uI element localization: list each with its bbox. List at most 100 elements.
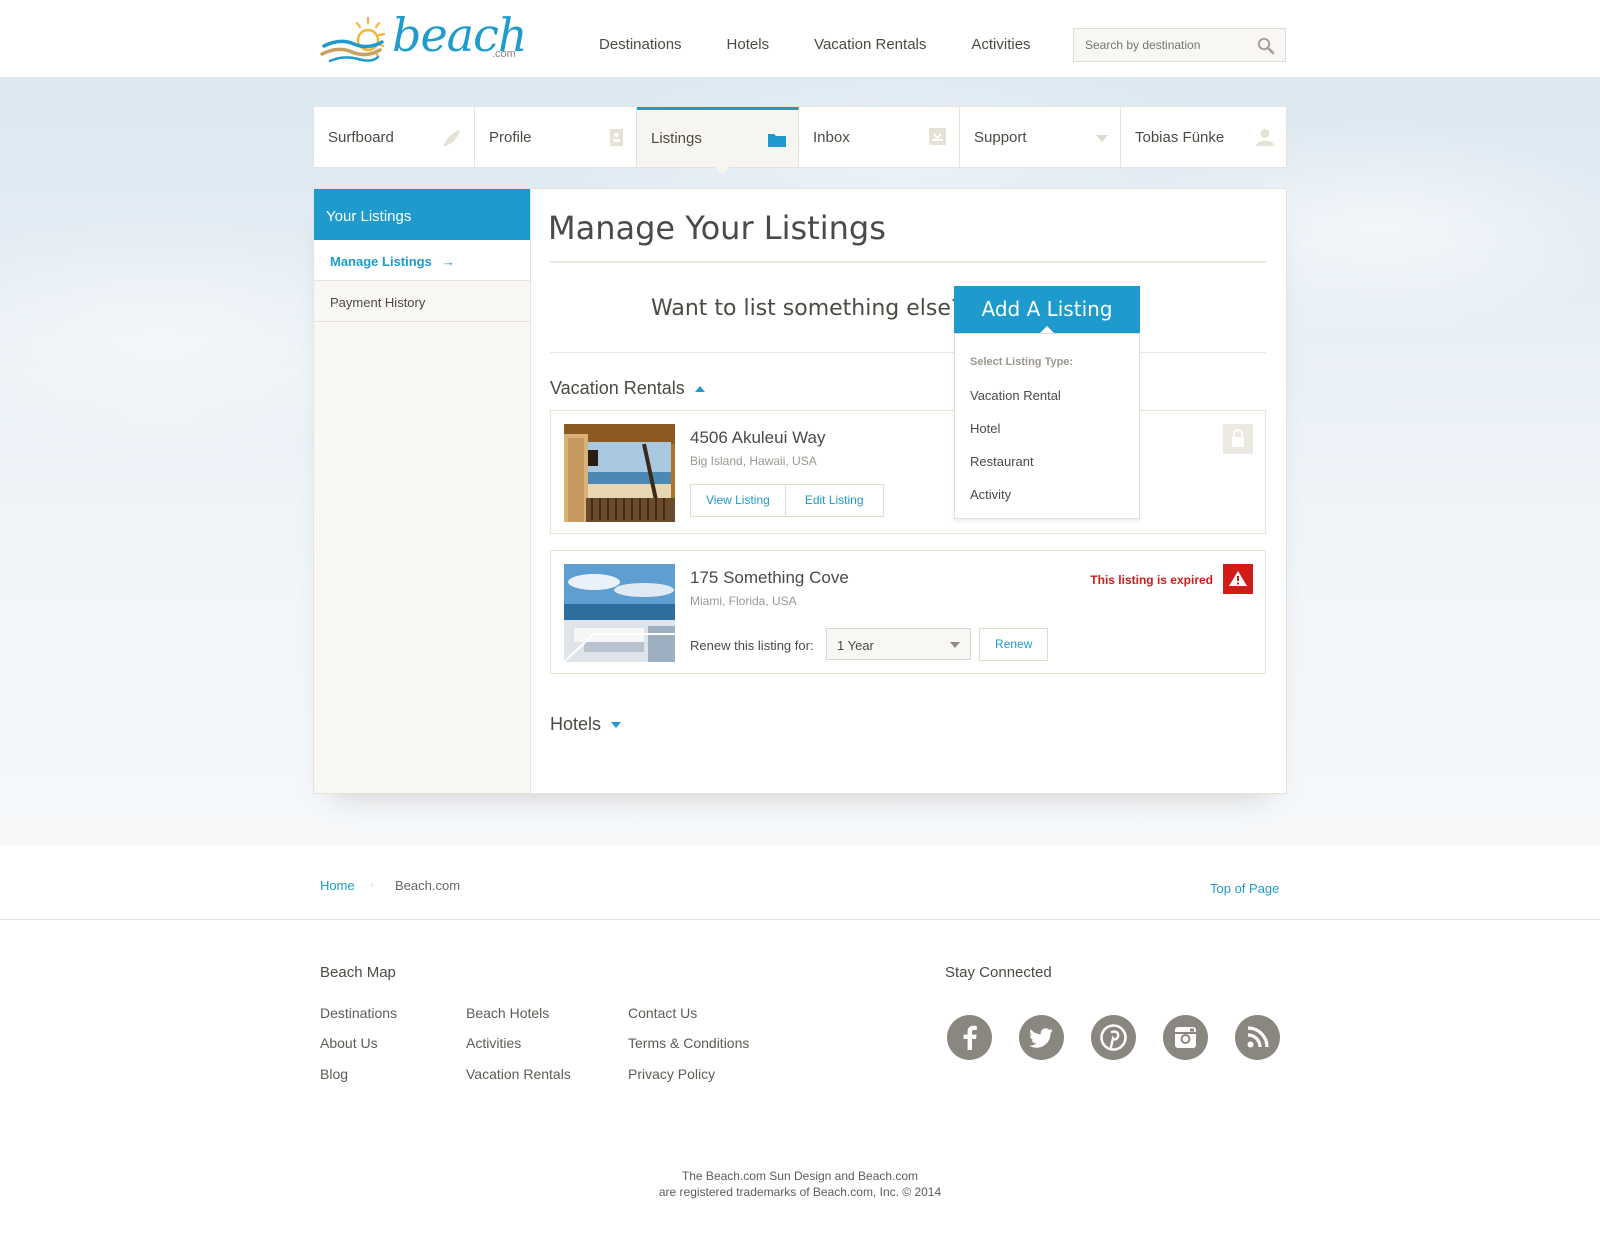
warning-icon — [1229, 571, 1247, 586]
listing-actions: View Listing Edit Listing — [690, 484, 884, 517]
nav-destinations[interactable]: Destinations — [599, 36, 682, 53]
footer-link-vacation-rentals[interactable]: Vacation Rentals — [466, 1066, 571, 1082]
user-icon — [1256, 129, 1274, 146]
option-activity[interactable]: Activity — [970, 487, 1011, 502]
rss-icon[interactable] — [1235, 1015, 1280, 1060]
lock-icon — [1232, 429, 1244, 447]
renew-label: Renew this listing for: — [690, 638, 814, 653]
site-header: beach .com Destinations Hotels Vacation … — [0, 0, 1600, 78]
copyright-line: The Beach.com Sun Design and Beach.com — [681, 1169, 919, 1183]
search-icon[interactable] — [1257, 37, 1275, 55]
section-title: Hotels — [550, 714, 602, 734]
tab-user[interactable]: Tobias Fünke — [1121, 107, 1286, 167]
breadcrumb-separator: › — [371, 880, 374, 889]
listing-location: Big Island, Hawaii, USA — [690, 454, 817, 468]
tab-label: Support — [974, 128, 1027, 146]
page-title: Manage Your Listings — [548, 209, 886, 247]
tab-surfboard[interactable]: Surfboard — [314, 107, 475, 167]
footer-link-blog[interactable]: Blog — [320, 1066, 348, 1082]
footer-breadcrumb-bar: Home › Beach.com Top of Page — [0, 846, 1600, 920]
footer-link-destinations[interactable]: Destinations — [320, 1005, 397, 1021]
expired-status-text: This listing is expired — [1090, 573, 1213, 587]
footer-link-contact-us[interactable]: Contact Us — [628, 1005, 697, 1021]
chevron-down-icon — [950, 642, 960, 648]
tab-inbox[interactable]: Inbox — [799, 107, 960, 167]
stay-connected-title: Stay Connected — [945, 964, 1052, 981]
nav-vacation-rentals[interactable]: Vacation Rentals — [814, 36, 926, 53]
divider — [550, 352, 1266, 353]
tab-profile[interactable]: Profile — [475, 107, 637, 167]
listing-title: 4506 Akuleui Way — [690, 428, 826, 447]
caret-down-icon — [611, 722, 622, 729]
beach-logo[interactable]: beach .com — [320, 8, 527, 68]
section-vacation-rentals-toggle[interactable]: Vacation Rentals — [550, 378, 705, 399]
footer-link-activities[interactable]: Activities — [466, 1035, 521, 1051]
footer-link-about-us[interactable]: About Us — [320, 1035, 378, 1051]
surfboard-icon — [443, 130, 460, 147]
logo-suffix: .com — [492, 48, 516, 60]
tab-support[interactable]: Support — [960, 107, 1121, 167]
search-input[interactable] — [1074, 29, 1244, 61]
tab-label: Tobias Fünke — [1135, 128, 1225, 146]
view-listing-button[interactable]: View Listing — [690, 484, 786, 517]
copyright-line: are registered trademarks of Beach.com, … — [658, 1185, 942, 1199]
sidebar-item-label: Manage Listings — [330, 254, 432, 269]
listing-card: 4506 Akuleui Way Big Island, Hawaii, USA… — [550, 410, 1266, 534]
listing-photo[interactable] — [564, 564, 675, 662]
tab-label: Listings — [651, 130, 702, 147]
instagram-icon[interactable] — [1163, 1015, 1208, 1060]
tab-listings[interactable]: Listings — [637, 107, 799, 174]
add-listing-button[interactable]: Add A Listing — [954, 286, 1140, 333]
tab-label: Profile — [489, 128, 532, 146]
facebook-icon[interactable] — [947, 1015, 992, 1060]
footer-link-beach-hotels[interactable]: Beach Hotels — [466, 1005, 549, 1021]
listing-photo-image — [564, 564, 675, 662]
listing-location: Miami, Florida, USA — [690, 594, 797, 608]
sidebar-item-manage-listings[interactable]: Manage Listings → — [314, 240, 530, 281]
tab-label: Surfboard — [328, 128, 394, 146]
inbox-icon — [929, 128, 946, 145]
listings-sidebar: Your Listings Manage Listings → Payment H… — [314, 189, 531, 793]
chevron-down-icon — [1096, 135, 1108, 142]
nav-activities[interactable]: Activities — [971, 36, 1030, 53]
main-nav: Destinations Hotels Vacation Rentals Act… — [599, 36, 1076, 53]
section-hotels-toggle[interactable]: Hotels — [550, 714, 622, 735]
listing-photo-image — [564, 424, 675, 522]
option-hotel[interactable]: Hotel — [970, 421, 1000, 436]
breadcrumb-current: Beach.com — [395, 878, 461, 893]
pinterest-icon[interactable] — [1091, 1015, 1136, 1060]
listing-lock-badge[interactable] — [1223, 424, 1253, 454]
listing-title: 175 Something Cove — [690, 568, 849, 587]
expired-warning-badge — [1223, 564, 1253, 594]
edit-listing-button[interactable]: Edit Listing — [785, 484, 884, 517]
nav-hotels[interactable]: Hotels — [727, 36, 770, 53]
top-of-page-link[interactable]: Top of Page — [1210, 881, 1279, 896]
breadcrumb-home[interactable]: Home — [320, 878, 355, 893]
search-box — [1073, 28, 1286, 62]
listings-card: Your Listings Manage Listings → Payment H… — [313, 188, 1287, 794]
footer-link-privacy[interactable]: Privacy Policy — [628, 1066, 715, 1082]
copyright-notice: The Beach.com Sun Design and Beach.com a… — [0, 1168, 1600, 1200]
sidebar-item-label: Payment History — [330, 295, 426, 310]
footer-link-terms[interactable]: Terms & Conditions — [628, 1035, 749, 1051]
folder-icon — [768, 134, 786, 147]
twitter-icon[interactable] — [1019, 1015, 1064, 1060]
listing-type-dropdown: Select Listing Type: Vacation Rental Hot… — [954, 333, 1140, 519]
sun-wave-icon — [320, 16, 386, 63]
renew-button[interactable]: Renew — [979, 628, 1049, 661]
renew-period-value: 1 Year — [837, 638, 874, 653]
add-listing-prompt: Want to list something else? — [651, 296, 963, 321]
sidebar-heading: Your Listings — [314, 189, 530, 240]
option-vacation-rental[interactable]: Vacation Rental — [970, 388, 1061, 403]
profile-card-icon — [610, 129, 623, 146]
sidebar-item-payment-history[interactable]: Payment History — [314, 281, 530, 322]
arrow-right-icon: → — [441, 254, 455, 269]
caret-up-icon — [694, 386, 705, 393]
divider — [550, 261, 1266, 263]
account-tabs: Surfboard Profile Listings Inbox Support — [313, 106, 1287, 174]
option-restaurant[interactable]: Restaurant — [970, 454, 1034, 469]
renew-period-select[interactable]: 1 Year — [826, 628, 971, 660]
tab-label: Inbox — [813, 128, 850, 146]
dropdown-heading: Select Listing Type: — [970, 356, 1074, 368]
listing-photo[interactable] — [564, 424, 675, 522]
